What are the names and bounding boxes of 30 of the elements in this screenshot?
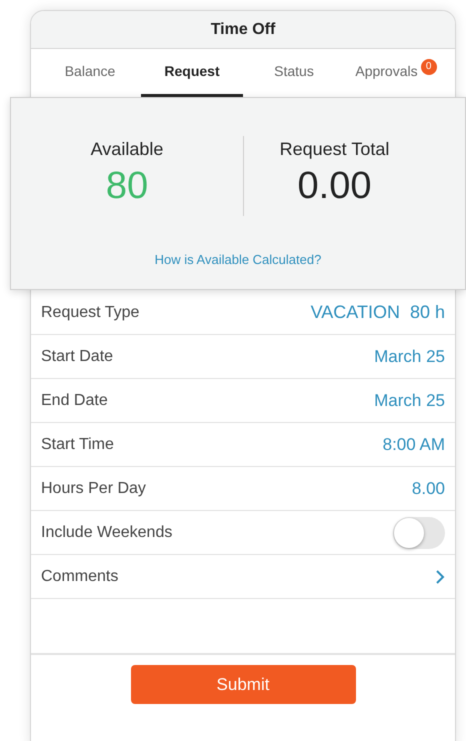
count-badge: 0 [420,58,437,74]
row-value: 8:00 AM [382,434,445,456]
hours-value: 80 h [410,301,445,324]
tab[interactable]: Balance [39,49,141,98]
available-label: Available [90,138,164,161]
row-label: Start Time [41,434,114,454]
chevron-right-icon [435,570,445,584]
toggle-switch[interactable] [393,516,445,548]
form-row[interactable]: Comments [31,555,455,599]
row-label: Include Weekends [41,522,172,542]
row-label: Request Type [41,302,140,322]
form-row[interactable]: End Date March 25 [31,379,455,423]
window-title: Time Off [210,20,276,40]
form-row[interactable]: Hours Per Day 8.00 [31,467,455,511]
row-label: End Date [41,390,108,410]
form-row[interactable]: Include Weekends [31,511,455,555]
form-row[interactable]: Start Time 8:00 AM [31,423,455,467]
row-label: Comments [41,566,118,586]
total-value: 0.00 [298,164,372,209]
tab[interactable]: Status [243,49,345,98]
row-value: March 25 [374,346,445,368]
row-value: March 25 [374,390,445,412]
form-row[interactable]: Request Type VACATION 80 h [31,291,455,335]
form-row[interactable]: Start Date March 25 [31,335,455,379]
total-label: Request Total [280,138,390,161]
row-label: Start Date [41,346,114,366]
row-value: VACATION [310,301,400,324]
row-label: Hours Per Day [41,478,146,498]
row-value: 8.00 [412,478,445,500]
available-value: 80 [106,164,148,209]
